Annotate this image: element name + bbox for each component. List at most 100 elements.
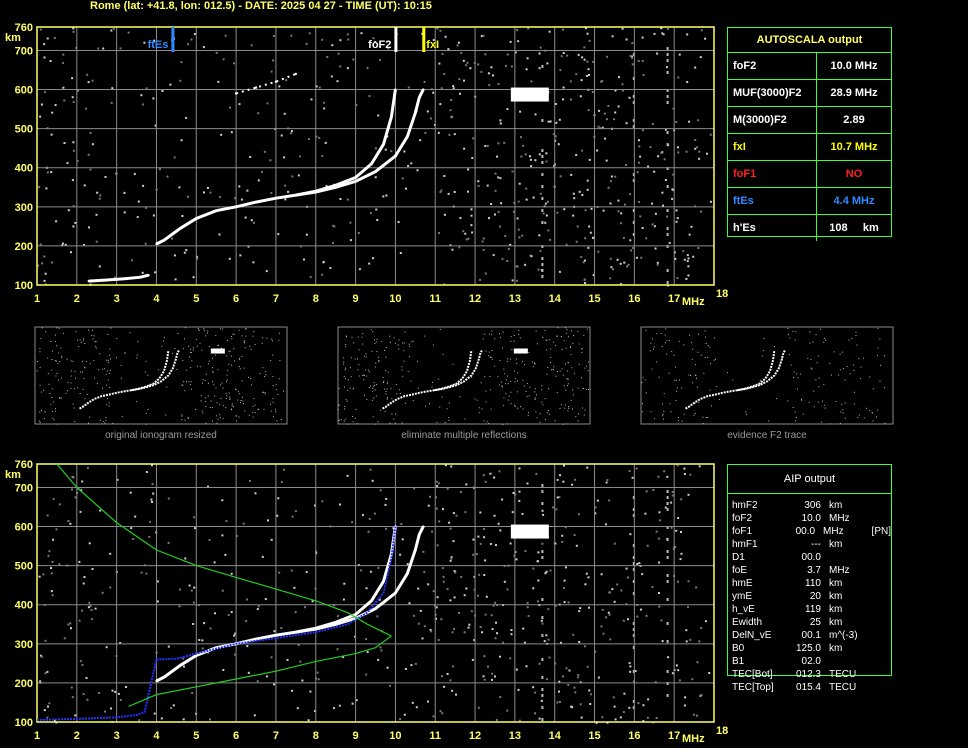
- thumb-noise: [357, 336, 359, 338]
- noise-dot: [651, 586, 654, 588]
- noise-dot: [343, 582, 346, 585]
- noise-dot: [617, 105, 620, 108]
- x-tick-label: 1: [34, 730, 40, 742]
- thumb-noise: [818, 386, 820, 388]
- x-axis-label: MHz: [682, 733, 705, 745]
- noise-dot: [680, 552, 683, 555]
- thumb-noise: [670, 411, 672, 413]
- noise-dot: [138, 719, 141, 722]
- noise-dot: [635, 256, 638, 259]
- noise-dot: [317, 678, 320, 681]
- noise-dot: [453, 570, 456, 573]
- thumb-noise: [376, 351, 378, 353]
- thumb-noise: [534, 391, 536, 393]
- thumb-noise: [357, 369, 359, 371]
- noise-dot: [629, 533, 632, 536]
- data-point: [390, 115, 393, 119]
- noise-streak: [541, 119, 544, 122]
- thumb-noise: [645, 392, 647, 394]
- thumb-noise: [374, 384, 376, 386]
- noise-dot: [580, 716, 583, 719]
- thumb-noise: [58, 352, 60, 354]
- noise-dot: [464, 511, 467, 514]
- noise-dot: [706, 152, 708, 155]
- thumb-noise: [344, 418, 346, 420]
- thumb-noise: [362, 374, 364, 376]
- noise-dot: [451, 689, 454, 692]
- noise-dot: [690, 225, 693, 228]
- aip-cell-v: 110: [805, 578, 821, 589]
- thumb-noise: [365, 356, 367, 358]
- noise-dot: [565, 566, 567, 569]
- thumb-noise: [588, 389, 590, 390]
- noise-dot: [541, 509, 544, 512]
- thumb-noise: [244, 342, 246, 344]
- noise-dot: [567, 684, 570, 686]
- noise-dot: [471, 658, 474, 661]
- noise-dot: [435, 606, 438, 609]
- noise-dot: [265, 270, 268, 273]
- thumb-noise: [393, 337, 395, 339]
- noise-dot: [685, 629, 688, 632]
- noise-dot: [605, 616, 608, 619]
- noise-dot: [437, 131, 440, 134]
- thumb-noise: [578, 413, 579, 415]
- thumb-noise: [402, 375, 404, 377]
- autoscala-title: AUTOSCALA output: [756, 34, 863, 46]
- data-point: [147, 274, 150, 277]
- noise-dot: [499, 529, 502, 532]
- thumb-noise: [91, 329, 93, 331]
- autoscala-value: 2.89: [843, 114, 865, 126]
- noise-dot: [635, 467, 638, 470]
- thumb-noise: [203, 330, 205, 332]
- noise-dot: [609, 202, 612, 205]
- thumb-noise: [490, 389, 492, 391]
- noise-dot: [50, 133, 53, 136]
- thumb-noise: [507, 375, 508, 377]
- noise-dot: [453, 596, 456, 599]
- noise-dot: [88, 601, 91, 604]
- noise-dot: [525, 198, 528, 201]
- noise-dot: [497, 210, 500, 213]
- thumb-noise: [534, 388, 536, 390]
- thumb-noise: [746, 413, 747, 415]
- thumb-noise: [240, 402, 241, 404]
- noise-dot: [318, 136, 321, 139]
- noise-dot: [266, 102, 269, 105]
- noise-dot: [187, 195, 189, 198]
- thumb-noise: [571, 367, 573, 369]
- noise-dot: [230, 572, 233, 575]
- data-point: [87, 279, 90, 283]
- noise-dot: [407, 86, 410, 89]
- noise-dot: [532, 567, 535, 570]
- noise-dot: [278, 571, 281, 574]
- thumb-noise: [851, 337, 853, 339]
- noise-dot: [304, 606, 306, 609]
- noise-dot: [206, 187, 209, 189]
- thumb-noise: [644, 379, 646, 381]
- noise-dot: [452, 87, 455, 90]
- x-tick-label: 17: [668, 293, 680, 305]
- noise-dot: [499, 177, 502, 180]
- thumb-noise: [72, 360, 74, 362]
- thumb-noise: [187, 417, 189, 418]
- data-point: [274, 80, 278, 83]
- thumb-noise: [55, 408, 56, 410]
- thumb-noise: [795, 417, 797, 418]
- thumb-noise: [229, 396, 231, 398]
- noise-dot: [71, 488, 73, 491]
- thumb-noise: [235, 415, 237, 417]
- noise-dot: [572, 192, 575, 195]
- thumb-noise: [212, 372, 214, 373]
- noise-dot: [74, 714, 77, 717]
- noise-dot: [192, 623, 195, 625]
- noise-dot: [256, 680, 259, 683]
- noise-dot: [493, 514, 496, 517]
- thumb-noise: [513, 340, 515, 342]
- thumb-noise: [189, 351, 191, 353]
- noise-dot: [389, 684, 392, 687]
- noise-dot: [351, 702, 354, 705]
- noise-dot: [284, 198, 287, 201]
- noise-dot: [384, 503, 387, 506]
- y-tick-label: 400: [15, 600, 33, 612]
